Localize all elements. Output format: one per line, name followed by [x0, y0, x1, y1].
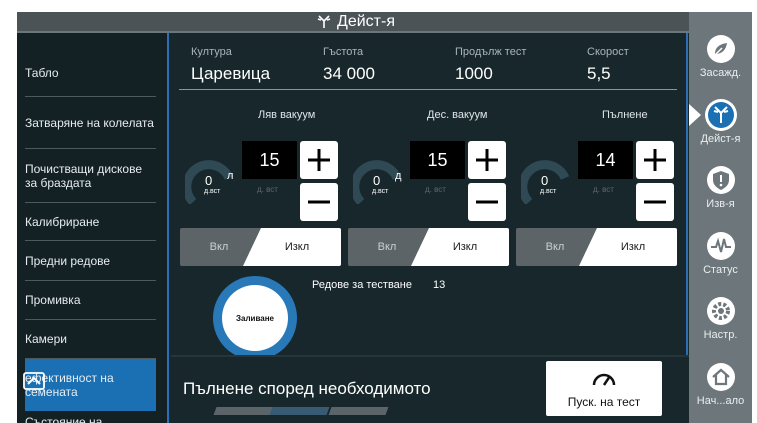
minus-icon: [476, 200, 498, 204]
right-vacuum-unit: д. вст: [425, 185, 446, 194]
density-label: Гъстота: [323, 46, 364, 58]
left-vacuum-gauge-value: 0: [205, 173, 213, 188]
duration-label: Продълж тест: [455, 46, 527, 58]
crop-label: Култура: [191, 46, 232, 58]
right-vacuum-minus-button[interactable]: [468, 183, 506, 221]
fill-toggle[interactable]: Вкл Изкл: [516, 228, 677, 266]
active-nav-indicator: [689, 104, 701, 126]
left-vacuum-plus-button[interactable]: [300, 141, 338, 179]
page-title: Дейст-я: [337, 13, 395, 30]
progress-segment-1: [213, 407, 274, 415]
minus-icon: [644, 200, 666, 204]
plus-icon: [644, 149, 666, 171]
fill-gauge-unit: д.вст: [540, 188, 557, 195]
plus-icon: [308, 149, 330, 171]
crop-value: Царевица: [191, 64, 271, 83]
left-vacuum-value: 15: [242, 141, 297, 179]
menu-item-front-rows[interactable]: Предни редове: [25, 241, 156, 281]
minus-icon: [308, 200, 330, 204]
progress-segment-3: [328, 407, 389, 415]
plus-icon: [476, 149, 498, 171]
flood-button[interactable]: Заливане: [213, 276, 297, 360]
alerts-icon: [706, 166, 735, 194]
left-vacuum-toggle[interactable]: Вкл Изкл: [180, 228, 341, 266]
menu-item-flush[interactable]: Промивка: [25, 281, 156, 320]
left-vacuum-gauge-unit: д.вст: [204, 188, 221, 195]
bottom-area: Пълнене според необходимото Пуск. на тес…: [171, 355, 689, 423]
status-icon: [706, 232, 735, 260]
right-vacuum-plus-button[interactable]: [468, 141, 506, 179]
menu-item-calibration[interactable]: Калибриране: [25, 203, 156, 241]
actions-icon: [704, 99, 737, 131]
panel-border: [686, 33, 688, 355]
left-vacuum-minus-button[interactable]: [300, 183, 338, 221]
nav-alerts[interactable]: Изв-я: [689, 165, 752, 210]
right-vacuum-gauge-value: 0: [373, 173, 381, 188]
planting-icon: [706, 35, 735, 63]
nav-home[interactable]: Нач...ало: [689, 362, 752, 407]
start-test-label: Пуск. на тест: [567, 395, 641, 409]
right-vacuum-gauge-unit: д.вст: [372, 188, 389, 195]
right-navigation: Засажд. Дейст-я Изв-я Статус Настр. Нач.…: [689, 12, 752, 423]
speedometer-icon: [592, 373, 616, 386]
left-vacuum-title: Ляв вакуум: [258, 109, 316, 121]
menu-item-seed-performance[interactable]: ефективност на семената: [23, 359, 156, 411]
menu-item-status-of[interactable]: Състояние на: [25, 413, 156, 423]
test-rows-value: 13: [433, 279, 446, 291]
nav-settings[interactable]: Настр.: [689, 296, 752, 341]
settings-icon: [706, 297, 735, 325]
menu-item-cameras[interactable]: Камери: [25, 320, 156, 359]
top-bar: Дейст-я: [17, 12, 689, 33]
app-screen: Дейст-я Табло Затваряне на колелата Почи…: [17, 12, 752, 423]
header-divider: [179, 89, 677, 90]
home-icon: [706, 363, 735, 391]
density-value: 34 000: [323, 64, 375, 83]
left-menu: Табло Затваряне на колелата Почистващи д…: [17, 33, 169, 423]
fill-plus-button[interactable]: [636, 141, 674, 179]
left-vacuum-gauge-side: л: [227, 170, 234, 182]
fill-value: 14: [578, 141, 633, 179]
fill-title: Пълнене: [602, 109, 648, 121]
right-vacuum-title: Дес. вакуум: [427, 109, 488, 121]
progress-segment-2: [269, 407, 330, 415]
speed-value: 5,5: [587, 64, 611, 83]
fill-on-demand-label: Пълнене според необходимото: [183, 379, 431, 398]
left-vacuum-unit: д. вст: [257, 185, 278, 194]
test-rows-label: Редове за тестване: [312, 279, 412, 291]
nav-planting[interactable]: Засажд.: [689, 34, 752, 79]
speed-label: Скорост: [587, 46, 629, 58]
actions-icon: [317, 15, 331, 28]
fill-minus-button[interactable]: [636, 183, 674, 221]
start-test-button[interactable]: Пуск. на тест: [546, 361, 662, 416]
fill-gauge-value: 0: [541, 173, 549, 188]
right-vacuum-toggle[interactable]: Вкл Изкл: [348, 228, 509, 266]
menu-item-closing-wheels[interactable]: Затваряне на колелата: [25, 97, 156, 149]
collapse-up-icon[interactable]: [23, 372, 45, 390]
right-vacuum-gauge-side: д: [395, 170, 402, 182]
flood-button-label: Заливане: [222, 285, 288, 351]
top-bar-title-group: Дейст-я: [317, 13, 395, 31]
menu-item-dashboard[interactable]: Табло: [25, 49, 156, 97]
right-vacuum-value: 15: [410, 141, 465, 179]
menu-item-row-cleaners[interactable]: Почистващи дискове за браздата: [25, 149, 156, 203]
duration-value: 1000: [455, 64, 493, 83]
fill-unit: д. вст: [593, 185, 614, 194]
nav-status[interactable]: Статус: [689, 231, 752, 276]
main-panel: Култура Царевица Гъстота 34 000 Продълж …: [171, 33, 689, 423]
